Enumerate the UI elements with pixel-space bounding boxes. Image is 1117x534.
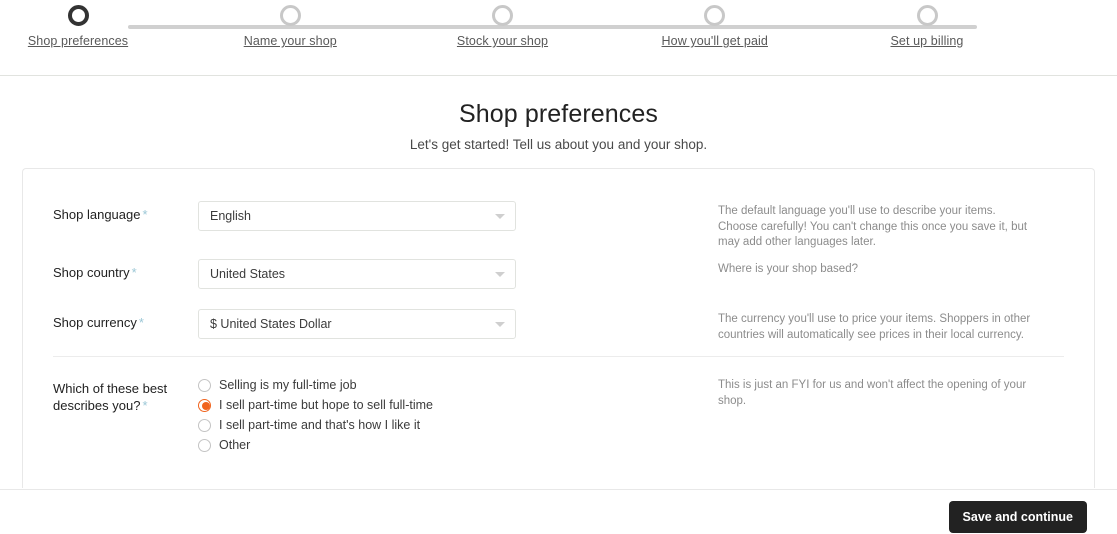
field-row-shop-language: Shop language * English The default langu… — [23, 201, 1094, 251]
step-label[interactable]: Name your shop — [244, 34, 337, 48]
shop-language-select[interactable]: English — [198, 201, 516, 231]
radio-option-label: Selling is my full-time job — [219, 378, 357, 392]
required-asterisk: * — [131, 265, 137, 280]
describes-you-label-line1: Which of these best — [53, 381, 168, 396]
shop-country-label-text: Shop country — [53, 265, 130, 280]
step-dot-wrap — [492, 0, 513, 30]
radio-circle-icon — [198, 438, 211, 452]
describes-you-radio-group: Selling is my full-time job I sell part-… — [198, 375, 538, 455]
shop-country-value: United States — [210, 267, 286, 281]
save-and-continue-button[interactable]: Save and continue — [948, 501, 1087, 533]
step-dot-wrap — [279, 0, 301, 30]
page-header: Shop preferences Let's get started! Tell… — [0, 76, 1117, 152]
footer-bar: Save and continue — [0, 489, 1117, 534]
shop-country-label: Shop country * — [23, 259, 198, 281]
radio-circle-icon — [198, 378, 211, 392]
shop-language-value: English — [210, 209, 251, 223]
progress-header: Shop preferences Name your shop Stock yo… — [0, 0, 1117, 76]
describes-you-label-line2: describes you? — [53, 398, 141, 413]
required-asterisk: * — [138, 315, 144, 330]
step-set-up-billing[interactable]: Set up billing — [777, 0, 977, 48]
step-circle-icon — [279, 4, 301, 26]
shop-currency-control: $ United States Dollar — [198, 309, 518, 339]
radio-circle-icon — [198, 418, 211, 432]
step-label[interactable]: Set up billing — [891, 34, 964, 48]
shop-currency-label-text: Shop currency — [53, 315, 137, 330]
progress-stepper: Shop preferences Name your shop Stock yo… — [28, 0, 977, 76]
describes-you-label: Which of these best describes you? * — [23, 375, 198, 414]
shop-currency-select[interactable]: $ United States Dollar — [198, 309, 516, 339]
radio-option-full-time-job[interactable]: Selling is my full-time job — [198, 375, 538, 395]
shop-country-control: United States — [198, 259, 518, 289]
section-divider — [53, 356, 1064, 357]
field-row-shop-country: Shop country * United States Where is you… — [23, 259, 1094, 289]
step-circle-icon — [916, 4, 938, 26]
required-asterisk: * — [142, 398, 148, 413]
step-dot-wrap — [67, 0, 89, 30]
shop-language-label: Shop language * — [23, 201, 198, 223]
chevron-down-icon — [495, 322, 505, 327]
radio-option-label: I sell part-time but hope to sell full-t… — [219, 398, 433, 412]
step-how-youll-get-paid[interactable]: How you'll get paid — [565, 0, 768, 48]
shop-language-label-text: Shop language — [53, 207, 141, 222]
step-shop-preferences[interactable]: Shop preferences — [0, 0, 128, 48]
field-row-shop-currency: Shop currency * $ United States Dollar Th… — [23, 309, 1094, 343]
describes-you-help: This is just an FYI for us and won't aff… — [718, 379, 1027, 407]
shop-currency-label: Shop currency * — [23, 309, 198, 331]
chevron-down-icon — [495, 272, 505, 277]
page-title: Shop preferences — [459, 100, 658, 128]
step-circle-icon — [492, 4, 513, 26]
step-circle-icon — [67, 4, 89, 26]
step-circle-icon — [704, 4, 726, 26]
radio-option-part-time-hope-full-time[interactable]: I sell part-time but hope to sell full-t… — [198, 395, 538, 415]
radio-option-part-time-like-it[interactable]: I sell part-time and that's how I like i… — [198, 415, 538, 435]
step-label[interactable]: Stock your shop — [457, 34, 548, 48]
step-dot-wrap — [916, 0, 938, 30]
step-dot-wrap — [704, 0, 726, 30]
required-asterisk: * — [142, 207, 148, 222]
radio-option-label: I sell part-time and that's how I like i… — [219, 418, 421, 432]
preferences-card: Shop language * English The default langu… — [22, 168, 1095, 488]
radio-option-other[interactable]: Other — [198, 435, 538, 455]
shop-language-control: English — [198, 201, 518, 231]
shop-country-select[interactable]: United States — [198, 259, 516, 289]
field-row-describes-you: Which of these best describes you? * Sell… — [23, 375, 1094, 455]
shop-currency-value: $ United States Dollar — [210, 317, 332, 331]
shop-currency-help: The currency you'll use to price your it… — [718, 313, 1031, 341]
shop-language-help: The default language you'll use to descr… — [718, 205, 1028, 248]
step-name-your-shop[interactable]: Name your shop — [140, 0, 340, 48]
chevron-down-icon — [495, 214, 505, 219]
step-stock-your-shop[interactable]: Stock your shop — [353, 0, 553, 48]
page-subtitle: Let's get started! Tell us about you and… — [409, 137, 708, 152]
step-label[interactable]: How you'll get paid — [662, 34, 768, 48]
radio-option-label: Other — [219, 438, 251, 452]
shop-country-help: Where is your shop based? — [718, 263, 858, 275]
step-label[interactable]: Shop preferences — [28, 34, 128, 48]
radio-circle-selected-icon — [198, 398, 211, 412]
